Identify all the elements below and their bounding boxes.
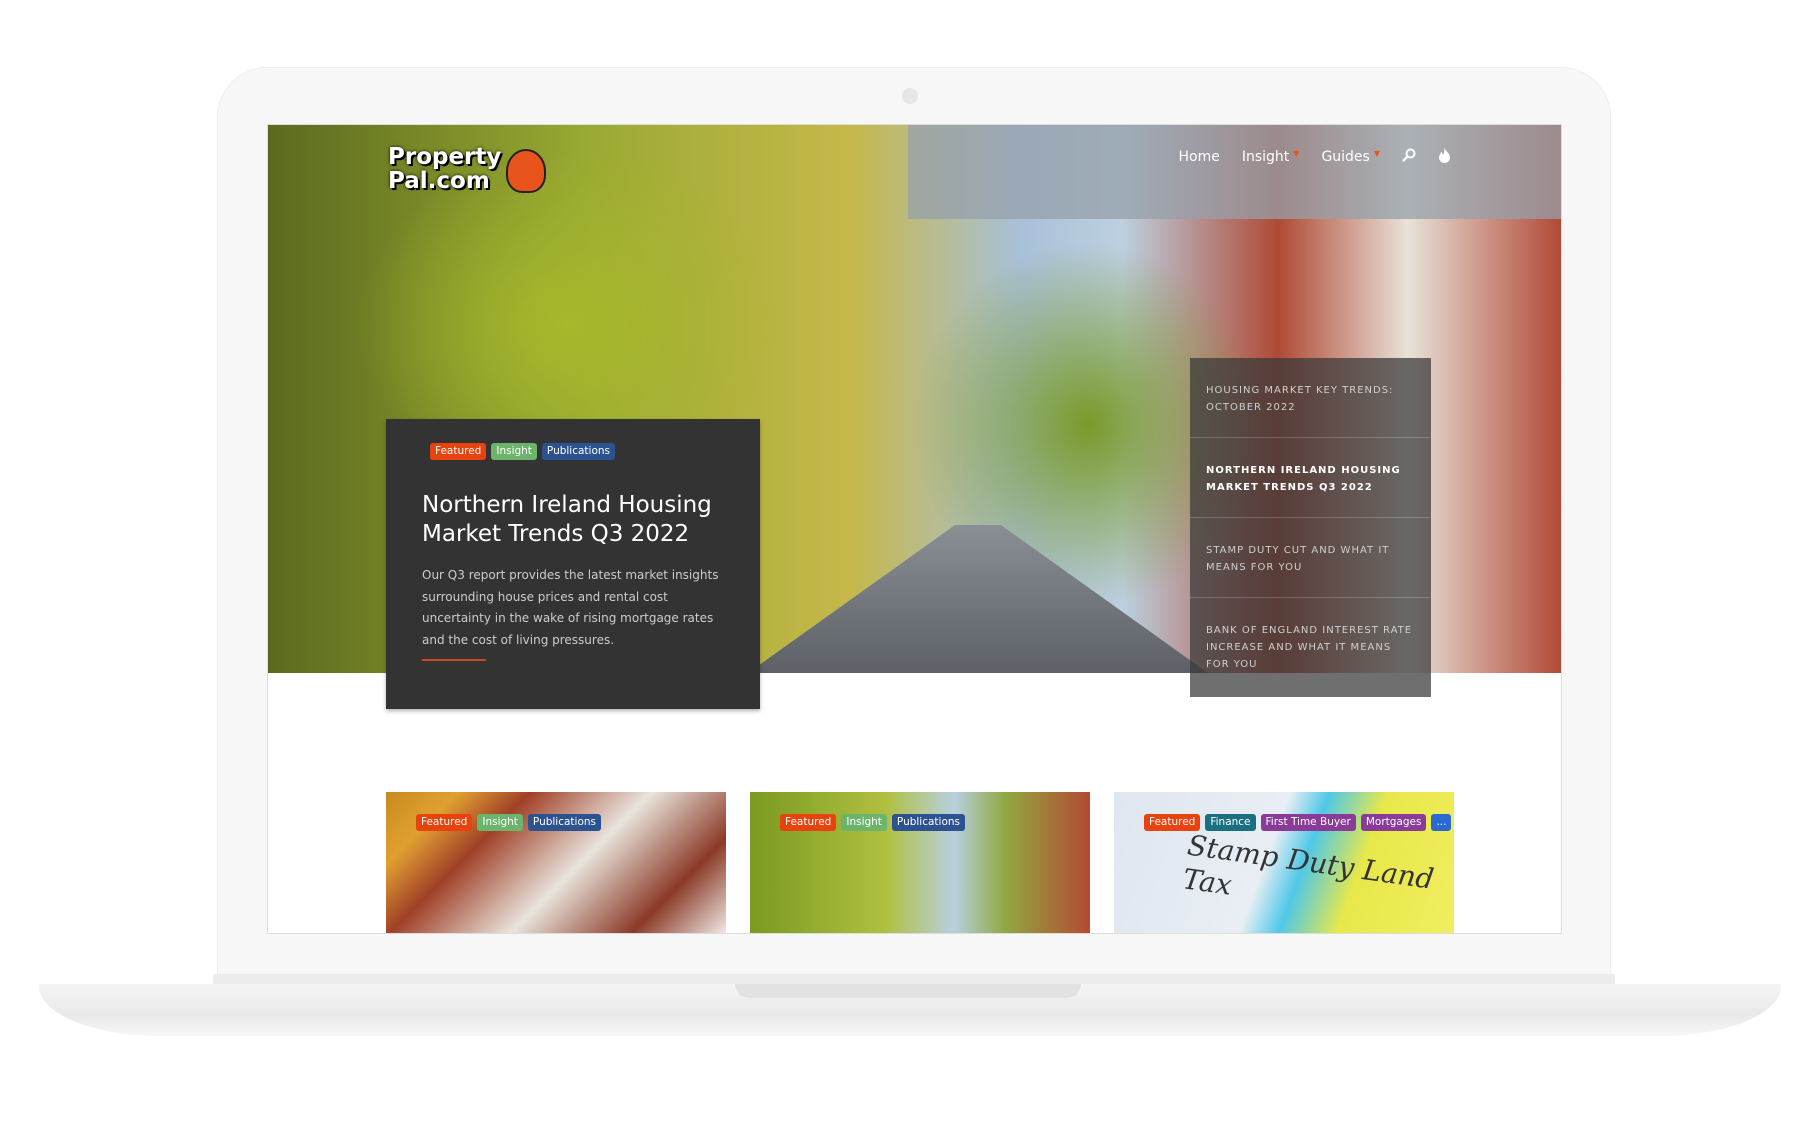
tag-list: Featured Finance First Time Buyer Mortga… (1144, 814, 1452, 831)
dropdown-caret-icon: ▼ (1293, 149, 1300, 158)
nav-home[interactable]: Home (1179, 149, 1220, 165)
tag-publications[interactable]: Publications (527, 814, 602, 831)
nav-insight[interactable]: Insight ▼ (1242, 149, 1300, 165)
article-card[interactable]: Featured Insight Publications (386, 792, 726, 933)
flame-icon[interactable] (1438, 147, 1451, 167)
search-icon[interactable] (1402, 148, 1416, 166)
tag-list: Featured Insight Publications (780, 814, 966, 831)
website-screen: Property Pal.com Home Insight ▼ Guides ▼ F… (267, 124, 1562, 934)
article-card[interactable]: Featured Insight Publications (750, 792, 1090, 933)
article-list: Housing Market Key Trends: October 2022 … (1190, 358, 1431, 697)
tag-list: Featured Insight Publications (430, 443, 616, 460)
featured-summary: Our Q3 report provides the latest market… (422, 568, 719, 647)
card-image-handwriting: Stamp Duty Land Tax (1180, 828, 1436, 902)
fox-mascot-icon (506, 149, 546, 193)
tag-featured[interactable]: Featured (430, 443, 487, 460)
tag-featured[interactable]: Featured (1144, 814, 1201, 831)
article-list-item[interactable]: Stamp Duty Cut and What It Means for You (1190, 518, 1431, 598)
article-list-item[interactable]: Housing Market Key Trends: October 2022 (1190, 358, 1431, 438)
accent-divider (422, 659, 486, 661)
featured-article-card[interactable]: Featured Insight Publications Northern I… (386, 419, 760, 709)
main-nav: Home Insight ▼ Guides ▼ (1179, 147, 1452, 167)
tag-insight[interactable]: Insight (477, 814, 523, 831)
tag-finance[interactable]: Finance (1205, 814, 1256, 831)
nav-bar (908, 125, 1561, 219)
tag-featured[interactable]: Featured (780, 814, 837, 831)
tag-publications[interactable]: Publications (891, 814, 966, 831)
laptop-notch (735, 984, 1081, 998)
tag-insight[interactable]: Insight (491, 443, 537, 460)
tag-mortgages[interactable]: Mortgages (1360, 814, 1427, 831)
nav-guides[interactable]: Guides ▼ (1321, 149, 1380, 165)
tag-publications[interactable]: Publications (541, 443, 616, 460)
dropdown-caret-icon: ▼ (1373, 149, 1380, 158)
tag-first-time-buyer[interactable]: First Time Buyer (1260, 814, 1356, 831)
laptop-camera (902, 88, 918, 104)
tag-more[interactable]: ... (1431, 814, 1452, 831)
tag-insight[interactable]: Insight (841, 814, 887, 831)
nav-label: Insight (1241, 149, 1290, 165)
propertypal-logo[interactable]: Property Pal.com (388, 144, 546, 194)
street-road (748, 525, 1208, 673)
featured-title[interactable]: Northern Ireland Housing Market Trends Q… (422, 491, 742, 549)
tag-featured[interactable]: Featured (416, 814, 473, 831)
nav-label: Guides (1321, 149, 1370, 165)
article-list-item-active[interactable]: Northern Ireland Housing Market Trends Q… (1190, 438, 1431, 518)
article-list-item[interactable]: Bank of England Interest Rate Increase a… (1190, 598, 1431, 697)
logo-text: Pal.com (388, 168, 490, 194)
article-card[interactable]: Stamp Duty Land Tax Featured Finance Fir… (1114, 792, 1454, 933)
logo-text: Property (388, 144, 502, 170)
tag-list: Featured Insight Publications (416, 814, 602, 831)
